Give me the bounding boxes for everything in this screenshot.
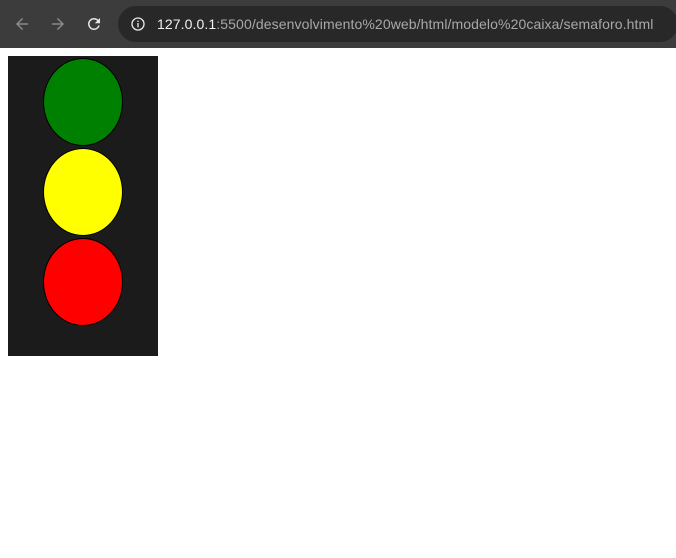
forward-button[interactable] — [41, 7, 75, 41]
url-text[interactable]: 127.0.0.1:5500/desenvolvimento%20web/htm… — [157, 16, 654, 32]
url-host: 127.0.0.1 — [157, 16, 217, 32]
traffic-light-red — [43, 238, 123, 326]
forward-arrow-icon — [52, 18, 64, 30]
url-path: :5500/desenvolvimento%20web/html/modelo%… — [216, 16, 654, 32]
reload-icon — [87, 17, 100, 30]
address-bar[interactable]: 127.0.0.1:5500/desenvolvimento%20web/htm… — [118, 6, 676, 42]
reload-button[interactable] — [77, 7, 111, 41]
browser-toolbar: 127.0.0.1:5500/desenvolvimento%20web/htm… — [0, 0, 676, 48]
site-info-icon — [131, 17, 145, 31]
traffic-light-green — [43, 58, 123, 146]
traffic-light-housing — [8, 56, 158, 356]
back-button[interactable] — [5, 7, 39, 41]
page-viewport — [0, 48, 676, 558]
traffic-light-yellow — [43, 148, 123, 236]
back-arrow-icon — [16, 18, 28, 30]
site-info-button[interactable] — [128, 14, 148, 34]
